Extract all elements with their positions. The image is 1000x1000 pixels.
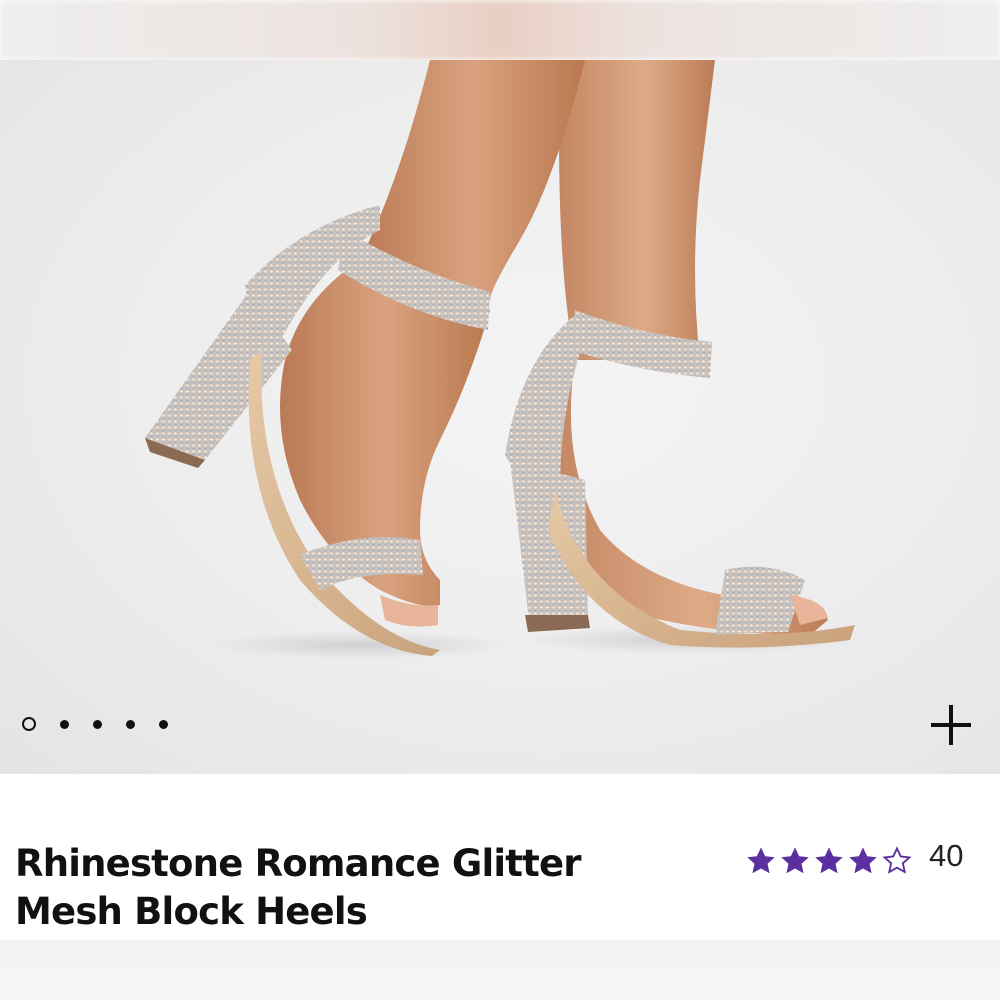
carousel-dot-3[interactable] — [93, 719, 102, 729]
product-rating[interactable]: 40 — [745, 838, 963, 879]
star-empty-icon — [882, 846, 912, 874]
product-image-gallery[interactable] — [0, 60, 1000, 774]
carousel-pagination — [22, 717, 168, 731]
star-filled-icon — [781, 847, 809, 874]
product-title: Rhinestone Romance Glitter Mesh Block He… — [15, 842, 582, 933]
star-filled-icon — [815, 847, 843, 874]
previous-image-strip — [0, 0, 1000, 60]
carousel-dot-1[interactable] — [22, 717, 36, 731]
carousel-dot-5[interactable] — [159, 719, 168, 729]
rating-stars — [745, 845, 913, 877]
page-continuation-strip — [0, 940, 1000, 1000]
review-count: 40 — [929, 838, 964, 873]
star-filled-icon — [747, 847, 775, 874]
carousel-dot-4[interactable] — [126, 719, 135, 729]
carousel-dot-2[interactable] — [60, 719, 69, 729]
product-photo — [145, 60, 860, 659]
zoom-plus-icon[interactable] — [929, 703, 973, 747]
star-filled-icon — [849, 847, 877, 874]
